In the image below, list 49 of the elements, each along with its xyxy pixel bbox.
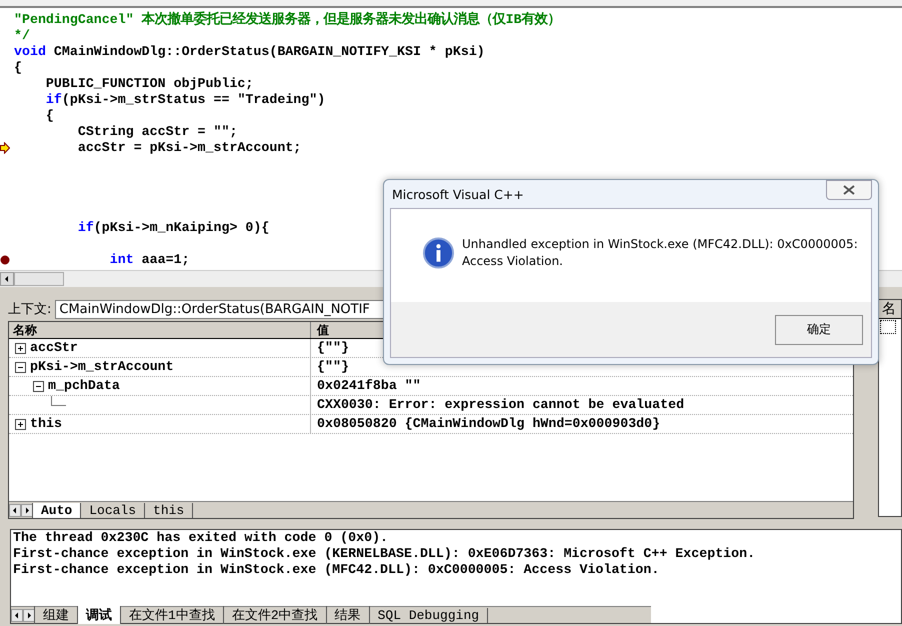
collapse-icon[interactable]: [15, 362, 26, 372]
panel-tab[interactable]: Locals: [80, 502, 146, 518]
tab-scroll-right-icon[interactable]: [21, 504, 33, 516]
output-line: The thread 0x230C has exited with code 0 (0x0).: [13, 530, 390, 546]
tab-scroll-left-icon[interactable]: [9, 504, 21, 516]
output-line: First-chance exception in WinStock.exe (KERNELBASE.DLL): 0xE06D7363: Microsoft C++ Exception.: [13, 546, 756, 562]
close-icon: [842, 185, 856, 195]
panel-tab[interactable]: SQL Debugging: [368, 608, 488, 622]
error-message: Unhandled exception in WinStock.exe (MFC42.DLL): 0xC0000005: Access Violation.: [462, 236, 859, 270]
code-line: {: [14, 60, 22, 76]
code-line: accStr = pKsi->m_strAccount;: [76, 140, 302, 156]
variable-value: CXX0030: Error: expression cannot be evaluated: [317, 397, 684, 412]
variable-value: {""}: [317, 340, 349, 355]
code-line: void CMainWindowDlg::OrderStatus(BARGAIN_NOTIFY_KSI * pKsi): [14, 44, 485, 60]
code-line: if(pKsi->m_nKaiping> 0){: [76, 220, 270, 236]
expand-icon[interactable]: [15, 342, 26, 354]
variable-value: {""}: [317, 359, 349, 374]
expand-icon[interactable]: [15, 418, 26, 430]
code-line: CString accStr = "";: [76, 124, 238, 140]
column-header[interactable]: 名称: [9, 322, 311, 338]
dialog-title: Microsoft Visual C++: [392, 186, 524, 202]
ok-button[interactable]: 确定: [775, 314, 863, 344]
scrollbar-thumb[interactable]: [14, 272, 64, 286]
panel-tab[interactable]: 结果: [326, 606, 370, 624]
code-line: {: [44, 108, 54, 124]
variable-value: 0x0241f8ba "": [317, 378, 421, 393]
info-icon: [423, 236, 454, 268]
panel-tab[interactable]: 在文件1中查找: [120, 606, 224, 624]
close-button[interactable]: [826, 180, 872, 200]
panel-tab[interactable]: this: [144, 502, 194, 518]
output-line: First-chance exception in WinStock.exe (MFC42.DLL): 0xC0000005: Access Violation.: [13, 562, 660, 578]
code-line: int aaa=1;: [108, 252, 190, 268]
variable-name: this: [30, 415, 62, 433]
code-line: PUBLIC_FUNCTION objPublic;: [44, 76, 254, 92]
context-label: 上下文:: [8, 301, 52, 318]
variable-name: accStr: [30, 339, 78, 357]
tree-line: [51, 396, 66, 406]
code-line: "PendingCancel" 本次撤单委托已经发送服务器，但是服务器未发出确认消息（仅IB有效）: [14, 12, 561, 28]
code-line: if(pKsi->m_strStatus == "Tradeing"): [44, 92, 326, 108]
tab-scroll-right-icon[interactable]: [23, 608, 35, 622]
collapse-icon[interactable]: [33, 380, 44, 392]
code-line: */: [14, 28, 30, 44]
variable-name: m_pchData: [48, 377, 120, 395]
tab-scroll-left-icon[interactable]: [11, 608, 23, 622]
panel-tab[interactable]: Auto: [32, 502, 82, 518]
panel-tab[interactable]: 调试: [77, 606, 121, 624]
variable-value: 0x08050820 {CMainWindowDlg hWnd=0x000903d0}: [317, 416, 660, 431]
panel-tab[interactable]: 在文件2中查找: [222, 606, 327, 624]
variable-name: pKsi->m_strAccount: [30, 358, 174, 376]
